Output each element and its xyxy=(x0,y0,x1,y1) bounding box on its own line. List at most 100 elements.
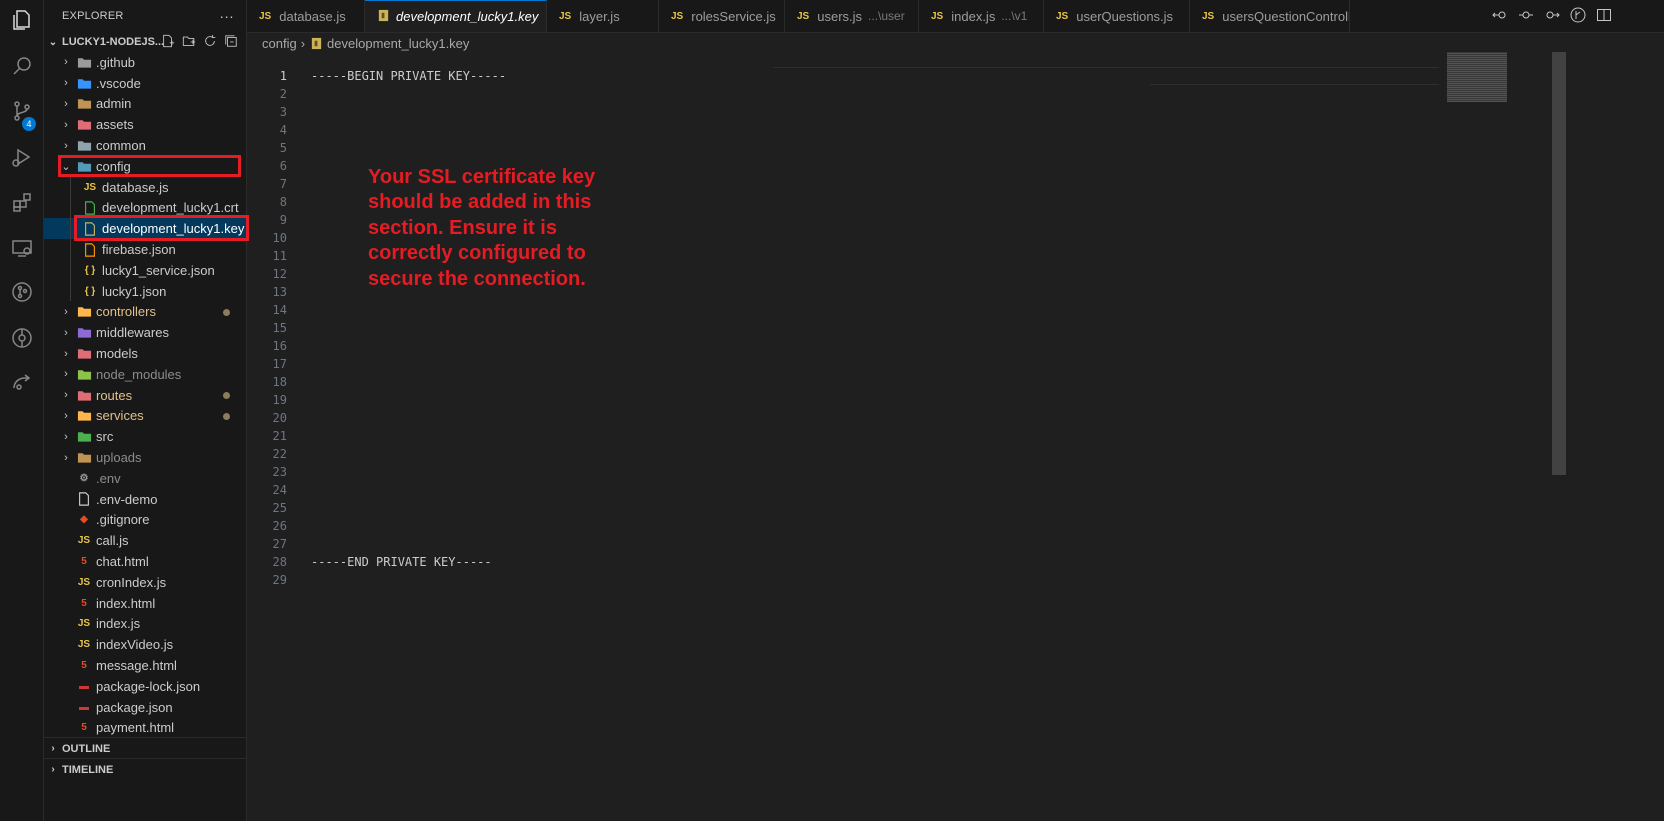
minimap[interactable] xyxy=(1447,52,1507,102)
refresh-icon[interactable] xyxy=(203,34,217,48)
tree-item-label: middlewares xyxy=(96,325,169,341)
tab-bar: JS database.js development_lucky1.key× JS la… xyxy=(247,0,1664,33)
new-file-icon[interactable] xyxy=(161,34,175,48)
workspace-root[interactable]: ⌄ LUCKY1-NODEJS... xyxy=(44,31,246,53)
js-file-icon: JS xyxy=(797,10,810,22)
file-item-indexvideo-js[interactable]: JS indexVideo.js xyxy=(44,634,246,655)
editor-actions xyxy=(1492,7,1612,23)
file-item-lucky1-service-json[interactable]: { } lucky1_service.json xyxy=(44,260,246,281)
ssl-key-annotation: Your SSL certificate key should be added… xyxy=(368,166,596,290)
tree-item-label: index.js xyxy=(96,616,141,632)
tab-label: database.js xyxy=(279,8,346,24)
gitlens-icon[interactable] xyxy=(0,318,43,358)
file-item-message-html[interactable]: 5 message.html xyxy=(44,655,246,676)
folder-item-github[interactable]: › .github xyxy=(44,52,246,73)
collapse-all-icon[interactable] xyxy=(224,34,238,48)
folder-item-src[interactable]: › src xyxy=(44,426,246,447)
split-editor-icon[interactable] xyxy=(1596,7,1612,23)
outline-section[interactable]: › OUTLINE xyxy=(44,737,246,759)
folder-item-controllers[interactable]: › controllers xyxy=(44,302,246,323)
breadcrumb-separator: › xyxy=(300,35,306,51)
folder-item-admin[interactable]: › admin xyxy=(44,94,246,115)
live-share-icon[interactable] xyxy=(0,362,43,402)
js-file-icon: JS xyxy=(77,618,91,630)
tab-database-js[interactable]: JS database.js xyxy=(247,0,365,32)
js-file-icon: JS xyxy=(77,535,91,547)
file-item-lucky1-json[interactable]: { } lucky1.json xyxy=(44,281,246,302)
js-file-icon: JS xyxy=(83,181,97,193)
chevron-right-icon: › xyxy=(64,77,68,90)
chevron-right-icon: › xyxy=(51,764,55,775)
tree-item-label: .env xyxy=(96,470,121,486)
line-numbers-gutter: 1 2 3 4 5 6 7 8 9 10 11 12 13 14 15 16 17 18 19 20 21 22 23 24 2… xyxy=(247,67,287,589)
chevron-right-icon: › xyxy=(64,389,68,402)
folder-item-models[interactable]: › models xyxy=(44,343,246,364)
file-item-env-demo[interactable]: .env-demo xyxy=(44,489,246,510)
extensions-icon[interactable] xyxy=(0,183,43,223)
file-item-index-html[interactable]: 5 index.html xyxy=(44,593,246,614)
tab-userquestions-js[interactable]: JS userQuestions.js xyxy=(1044,0,1190,32)
file-item-index-js[interactable]: JS index.js xyxy=(44,614,246,635)
line-number: 24 xyxy=(272,483,287,497)
folder-item-services[interactable]: › services xyxy=(44,406,246,427)
line-number: 26 xyxy=(272,519,287,533)
file-item-gitignore[interactable]: ◆ .gitignore xyxy=(44,510,246,531)
remote-explorer-icon[interactable] xyxy=(0,228,43,268)
tab-index-js[interactable]: JS index.js ...\v1 xyxy=(919,0,1044,32)
tab-development-lucky1-key[interactable]: development_lucky1.key× xyxy=(365,0,547,32)
tab-label: layer.js xyxy=(579,8,620,24)
file-item-env[interactable]: ⚙ .env xyxy=(44,468,246,489)
file-item-cronindex-js[interactable]: JS cronIndex.js xyxy=(44,572,246,593)
timeline-commit-icon[interactable] xyxy=(1518,7,1534,23)
tab-usersquestioncontroller-js[interactable]: JS usersQuestionController.js xyxy=(1190,0,1350,32)
file-item-firebase-json[interactable]: firebase.json xyxy=(44,239,246,260)
node-modules-folder-icon xyxy=(76,366,92,382)
tree-item-label: package.json xyxy=(96,699,173,715)
key-file-icon xyxy=(377,9,390,25)
file-item-call-js[interactable]: JS call.js xyxy=(44,530,246,551)
git-compare-icon[interactable] xyxy=(1570,7,1586,23)
json-file-icon: { } xyxy=(84,264,96,276)
more-actions-icon[interactable]: ··· xyxy=(219,8,234,24)
vertical-scrollbar[interactable] xyxy=(1552,52,1566,475)
line-number: 18 xyxy=(272,375,287,389)
chevron-right-icon: › xyxy=(64,97,68,110)
line-number: 25 xyxy=(272,501,287,515)
line-number: 4 xyxy=(279,123,287,137)
controllers-folder-icon xyxy=(76,304,92,320)
timeline-section[interactable]: › TIMELINE xyxy=(44,758,246,780)
tree-item-label: index.html xyxy=(96,595,156,611)
go-forward-icon[interactable] xyxy=(1544,7,1560,23)
git-graph-icon[interactable] xyxy=(0,272,43,312)
file-item-database-js[interactable]: JS database.js xyxy=(44,177,246,198)
explorer-icon[interactable] xyxy=(0,0,43,40)
folder-item-middlewares[interactable]: › middlewares xyxy=(44,322,246,343)
file-item-package-json[interactable]: ▬ package.json xyxy=(44,697,246,718)
go-back-icon[interactable] xyxy=(1492,7,1508,23)
tab-rolesservice-js[interactable]: JS rolesService.js xyxy=(659,0,785,32)
html-file-icon: 5 xyxy=(81,660,87,671)
folder-item-assets[interactable]: › assets xyxy=(44,114,246,135)
run-debug-icon[interactable] xyxy=(0,137,43,177)
chevron-down-icon: ⌄ xyxy=(48,36,58,48)
breadcrumb-file[interactable]: development_lucky1.key xyxy=(327,36,469,51)
folder-item-vscode[interactable]: › .vscode xyxy=(44,73,246,94)
folder-item-uploads[interactable]: › uploads xyxy=(44,447,246,468)
code-line[interactable]: -----BEGIN PRIVATE KEY----- xyxy=(311,67,506,85)
tab-users-js[interactable]: JS users.js ...\user xyxy=(785,0,919,32)
file-item-chat-html[interactable]: 5 chat.html xyxy=(44,551,246,572)
folder-item-common[interactable]: › common xyxy=(44,135,246,156)
tab-layer-js[interactable]: JS layer.js xyxy=(547,0,659,32)
tree-item-label: database.js xyxy=(102,179,169,195)
tree-item-label: .env-demo xyxy=(96,491,158,507)
file-item-package-lock-json[interactable]: ▬ package-lock.json xyxy=(44,676,246,697)
key-file-icon xyxy=(309,36,323,50)
folder-item-node-modules[interactable]: › node_modules xyxy=(44,364,246,385)
file-item-payment-html[interactable]: 5 payment.html xyxy=(44,718,246,739)
folder-item-routes[interactable]: › routes xyxy=(44,385,246,406)
new-folder-icon[interactable] xyxy=(182,34,196,48)
search-icon[interactable] xyxy=(0,46,43,86)
code-line[interactable]: -----END PRIVATE KEY----- xyxy=(311,553,492,571)
breadcrumb-folder[interactable]: config xyxy=(262,36,297,51)
tab-label: rolesService.js xyxy=(691,8,776,24)
